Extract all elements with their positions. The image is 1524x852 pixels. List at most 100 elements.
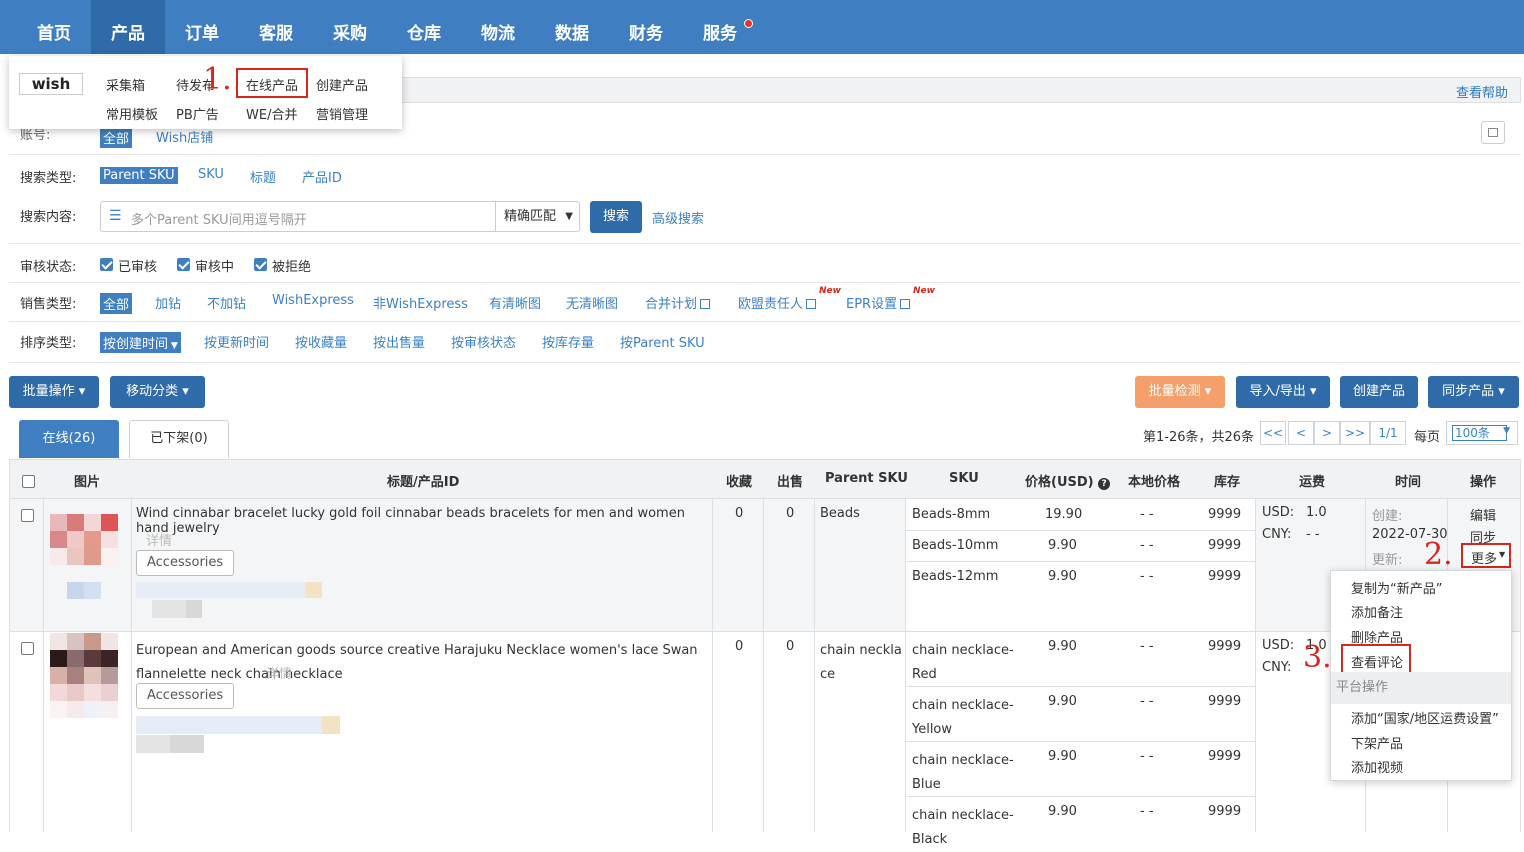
account-all[interactable]: 全部 [100,127,133,148]
search-button[interactable]: 搜索 [590,201,642,233]
move-category-button[interactable]: 移动分类 ▾ [110,376,205,408]
variant-sku: chain necklace-Yellow [912,698,1014,737]
menu-delist-product[interactable]: 下架产品 [1351,733,1403,752]
divider [9,321,1521,322]
nav-customer-service[interactable]: 客服 [239,0,313,54]
product-thumbnail[interactable] [50,633,120,718]
menu-add-shipping-settings[interactable]: 添加“国家/地区运费设置” [1351,708,1499,727]
sort-review-status[interactable]: 按审核状态 [451,332,516,351]
pager-first[interactable]: << [1260,421,1286,445]
row-checkbox[interactable] [21,642,34,655]
menu-add-note[interactable]: 添加备注 [1351,602,1403,621]
th-time: 时间 [1395,475,1422,490]
chevron-down-icon: ▼ [565,211,573,222]
help-icon[interactable]: ? [1098,478,1111,490]
product-title[interactable]: Wind cinnabar bracelet lucky gold foil c… [136,506,706,536]
search-type-product-id[interactable]: 产品ID [302,167,342,186]
sale-type-eu-rep[interactable]: 欧盟责任人 [738,293,817,312]
tab-offline[interactable]: 已下架(0) [129,420,229,458]
sale-type-wishexpress[interactable]: WishExpress [272,293,354,308]
th-stock: 库存 [1214,475,1241,490]
sale-type-all[interactable]: 全部 [100,293,133,314]
highlight-view-reviews [1341,644,1411,674]
checkbox-rejected[interactable] [254,258,267,271]
shipping-cny-label: CNY: [1262,660,1292,675]
account-wish-store[interactable]: Wish店铺 [156,127,213,146]
wish-logo: wish [19,73,83,95]
tab-online[interactable]: 在线(26) [19,420,119,458]
redacted-block [136,582,322,618]
search-input[interactable]: ☰ 多个Parent SKU间用逗号隔开 [100,201,496,232]
product-title[interactable]: European and American goods source creat… [136,639,711,687]
help-link[interactable]: 查看帮助 [1456,82,1508,101]
nav-logistics[interactable]: 物流 [461,0,535,54]
search-type-title[interactable]: 标题 [250,167,276,186]
checkbox-reviewing[interactable] [177,258,190,271]
per-page-select[interactable]: 100条 ▼ [1446,421,1518,445]
pager-prev[interactable]: < [1288,421,1314,445]
advanced-search-link[interactable]: 高级搜索 [652,208,704,227]
nav-data[interactable]: 数据 [535,0,609,54]
pager-last[interactable]: >> [1340,421,1370,445]
match-type-select[interactable]: 精确匹配 ▼ [495,201,580,232]
nav-home[interactable]: 首页 [17,0,91,54]
sale-type-no-clear-image[interactable]: 无清晰图 [566,293,618,312]
more-button[interactable]: 更多 ▼ [1461,543,1511,568]
sale-type-diamond[interactable]: 加钻 [155,293,181,312]
sale-type-epr[interactable]: EPR设置 [846,293,911,312]
menu-we-merge[interactable]: WE/合并 [246,104,297,123]
th-parent-sku: Parent SKU [825,471,908,486]
variant-stock: 9999 [1208,694,1242,709]
batch-check-button[interactable]: 批量检测 ▾ [1135,376,1225,408]
variant-stock: 9999 [1208,639,1242,654]
select-all-checkbox[interactable] [22,475,35,488]
detail-link[interactable]: 详情 [146,530,172,549]
sale-type-no-diamond[interactable]: 不加钻 [207,293,246,312]
sort-sales[interactable]: 按出售量 [373,332,425,351]
check-label: 批量检测 [1148,384,1201,399]
variant-sku: chain necklace-Red [912,643,1014,682]
collapse-button[interactable] [1481,121,1505,144]
sort-parent-sku[interactable]: 按Parent SKU [620,332,705,351]
sort-favorites[interactable]: 按收藏量 [295,332,347,351]
nav-orders[interactable]: 订单 [165,0,239,54]
nav-warehouse[interactable]: 仓库 [387,0,461,54]
edit-link[interactable]: 编辑 [1470,505,1496,524]
fav-count: 0 [735,506,744,521]
sort-created-time[interactable]: 按创建时间 ▼ [100,332,181,353]
menu-collection-box[interactable]: 采集箱 [106,75,145,94]
menu-common-templates[interactable]: 常用模板 [106,104,158,123]
create-product-button[interactable]: 创建产品 [1340,376,1418,408]
menu-pb-ads[interactable]: PB广告 [176,104,219,123]
menu-add-video[interactable]: 添加视频 [1351,757,1403,776]
sync-product-button[interactable]: 同步产品 ▾ [1428,376,1519,408]
nav-product[interactable]: 产品 [91,0,165,54]
variant-sku: Beads-8mm [912,507,991,522]
batch-operation-button[interactable]: 批量操作 ▾ [9,376,99,408]
detail-link[interactable]: 详情 [266,663,292,682]
checkbox-reviewed[interactable] [100,258,113,271]
nav-purchase[interactable]: 采购 [313,0,387,54]
search-type-sku[interactable]: SKU [198,167,224,182]
pager-page[interactable]: 1/1 [1370,421,1406,445]
category-tag[interactable]: Accessories [136,550,235,576]
menu-create-product[interactable]: 创建产品 [316,75,368,94]
menu-marketing[interactable]: 营销管理 [316,104,368,123]
col-divider [763,499,764,832]
sold-count: 0 [786,506,795,521]
product-thumbnail[interactable] [50,514,120,599]
sale-type-non-wishexpress[interactable]: 非WishExpress [373,293,468,312]
pager-summary: 第1-26条，共26条 [1143,430,1255,445]
sale-type-merge-plan[interactable]: 合并计划 [645,293,711,312]
import-export-button[interactable]: 导入/导出 ▾ [1236,376,1330,408]
menu-copy-as-new[interactable]: 复制为“新产品” [1351,578,1442,597]
sale-type-clear-image[interactable]: 有清晰图 [489,293,541,312]
list-icon: ☰ [109,208,122,224]
row-checkbox[interactable] [21,509,34,522]
search-type-parent-sku[interactable]: Parent SKU [100,167,178,184]
category-tag[interactable]: Accessories [136,683,235,709]
sort-updated-time[interactable]: 按更新时间 [204,332,269,351]
nav-finance[interactable]: 财务 [609,0,683,54]
sort-stock[interactable]: 按库存量 [542,332,594,351]
pager-next[interactable]: > [1314,421,1340,445]
